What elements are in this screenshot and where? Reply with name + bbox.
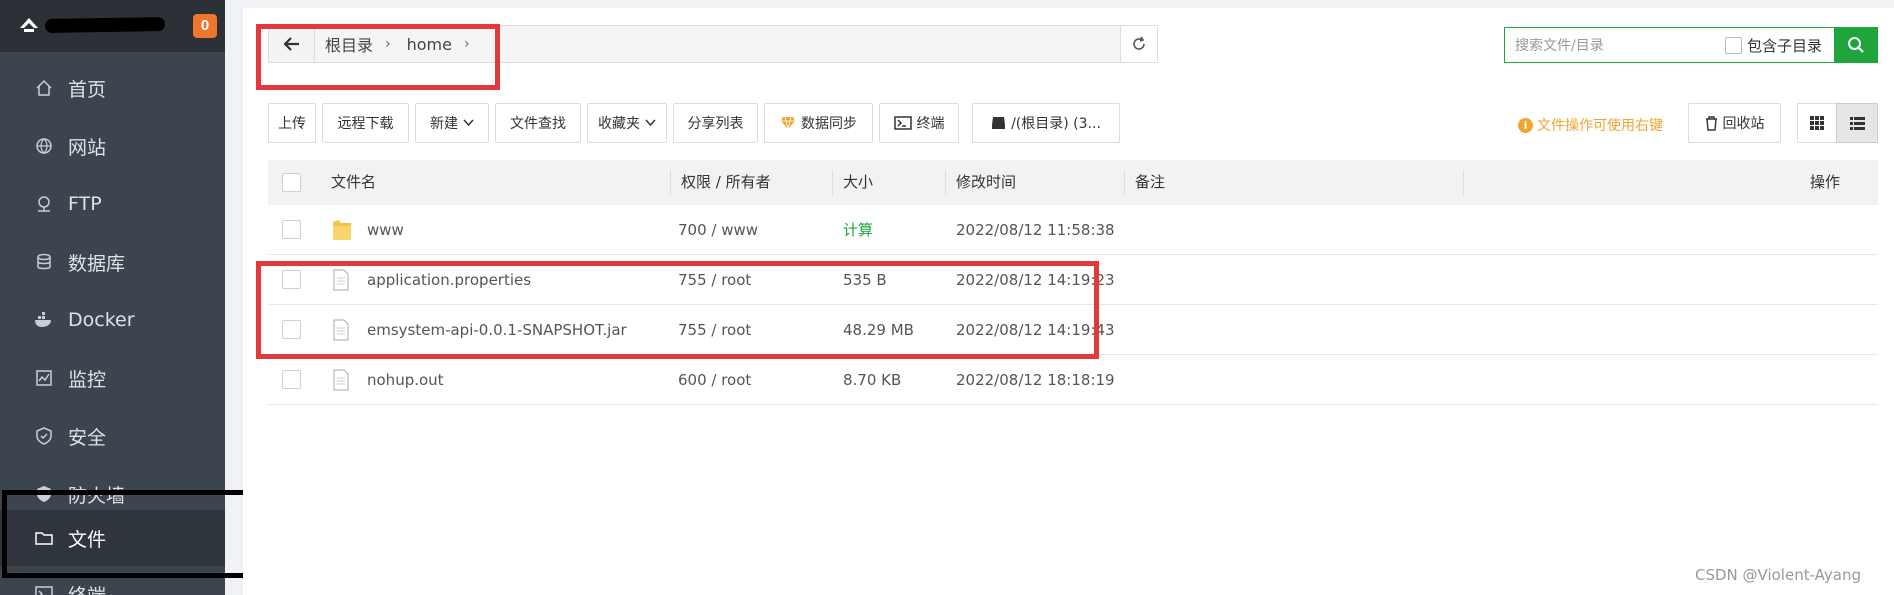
sidebar-item-docker[interactable]: Docker [0,292,225,348]
column-name-header[interactable]: 文件名 [331,160,376,205]
data-sync-button[interactable]: 数据同步 [764,103,873,143]
table-row[interactable]: nohup.out 600 / root 8.70 KB 2022/08/12 … [268,355,1878,405]
favorites-dropdown-button[interactable]: 收藏夹 [587,103,667,143]
sidebar-item-label: 数据库 [68,252,126,275]
file-mtime: 2022/08/12 18:18:19 [956,371,1115,389]
sidebar-item-monitor[interactable]: 监控 [0,350,225,406]
right-click-tip: i 文件操作可使用右键 [1518,115,1663,135]
notification-badge[interactable]: 0 [193,14,217,38]
new-label: 新建 [430,116,458,132]
new-dropdown-button[interactable]: 新建 [415,103,489,143]
terminal-button[interactable]: 终端 [879,103,959,143]
file-size: 8.70 KB [843,371,902,389]
include-subdir-label: 包含子目录 [1747,36,1823,55]
upload-button[interactable]: 上传 [268,103,316,143]
file-name[interactable]: nohup.out [367,355,444,405]
file-perm[interactable]: 600 / root [678,355,751,405]
grid-view-button[interactable] [1797,103,1837,143]
database-icon [33,251,55,273]
sidebar-item-label: 首页 [68,78,107,101]
column-mtime-header[interactable]: 修改时间 [956,160,1016,205]
file-search-button[interactable]: 文件查找 [495,103,581,143]
watermark: CSDN @Violent-Ayang [1695,566,1862,584]
select-all-checkbox[interactable] [282,173,301,192]
annotation-box-path [256,24,500,90]
favorites-label: 收藏夹 [598,116,640,132]
row-checkbox[interactable] [282,220,301,239]
search-box: 搜索文件/目录 包含子目录 [1504,27,1870,63]
chevron-down-icon [463,119,474,127]
include-subdir-checkbox[interactable] [1725,36,1742,54]
column-divider [1463,170,1464,195]
grid-icon [1810,116,1824,130]
list-view-button[interactable] [1836,103,1878,143]
file-name[interactable]: www [367,205,404,255]
sidebar-item-label: 安全 [68,426,107,449]
column-perm-header[interactable]: 权限 / 所有者 [681,160,771,205]
sidebar-item-website[interactable]: 网站 [0,118,225,174]
sidebar-item-label: 监控 [68,368,107,391]
sidebar-item-database[interactable]: 数据库 [0,234,225,290]
folder-icon [333,220,351,240]
terminal-label: 终端 [916,116,945,132]
column-size-header[interactable]: 大小 [843,160,873,205]
table-row[interactable]: www 700 / www 计算 2022/08/12 11:58:38 [268,205,1878,255]
list-icon [1849,116,1865,130]
sidebar-item-home[interactable]: 首页 [0,60,225,116]
home-icon [33,77,55,99]
search-button[interactable] [1834,27,1878,63]
recycle-bin-button[interactable]: 回收站 [1688,103,1781,143]
hard-drive-icon [992,117,1006,129]
refresh-button[interactable] [1120,25,1158,63]
column-ops-header: 操作 [1810,173,1841,191]
data-sync-label: 数据同步 [801,116,857,132]
globe-icon [33,135,55,157]
recycle-label: 回收站 [1722,116,1765,132]
info-icon: i [1518,117,1533,133]
monitor-icon [33,367,55,389]
disk-selector-button[interactable]: /(根目录) (3... [972,103,1120,143]
annotation-box-black [2,490,270,578]
redacted-username [44,16,166,34]
chevron-down-icon [645,119,656,127]
shield-icon [33,425,55,447]
sidebar-item-label: 终端 [68,581,106,595]
file-table-header: 文件名 权限 / 所有者 大小 修改时间 备注 操作 [268,160,1878,205]
diamond-icon [781,116,795,130]
file-mtime: 2022/08/12 11:58:38 [956,221,1115,239]
column-divider [832,170,833,195]
column-divider [1124,170,1125,195]
column-note-header: 备注 [1135,173,1166,191]
logo-icon [18,14,40,40]
disk-label: /(根目录) (3... [1011,116,1101,132]
file-icon [333,369,349,391]
column-divider [945,170,946,195]
trash-icon [1705,115,1717,131]
sidebar-item-security[interactable]: 安全 [0,408,225,464]
sidebar-item-label: 网站 [68,136,107,159]
search-icon [1848,37,1864,53]
docker-icon [33,309,55,331]
column-divider [670,170,671,195]
terminal-icon [893,116,912,130]
terminal-icon [33,583,55,595]
include-subdir-toggle[interactable]: 包含子目录 [1725,35,1822,56]
file-perm[interactable]: 700 / www [678,205,758,255]
search-input[interactable]: 搜索文件/目录 [1515,35,1725,55]
calculate-size-link[interactable]: 计算 [843,205,873,255]
annotation-box-files [256,261,1099,359]
sidebar-item-label: FTP [68,193,102,215]
refresh-icon [1133,36,1145,50]
sidebar-item-ftp[interactable]: FTP [0,176,225,232]
ftp-icon [33,193,55,215]
sidebar-header: 0 [0,0,225,52]
remote-download-button[interactable]: 远程下载 [322,103,409,143]
row-checkbox[interactable] [282,370,301,389]
tip-text: 文件操作可使用右键 [1537,118,1663,134]
share-list-button[interactable]: 分享列表 [673,103,758,143]
sidebar-item-label: Docker [68,309,135,331]
